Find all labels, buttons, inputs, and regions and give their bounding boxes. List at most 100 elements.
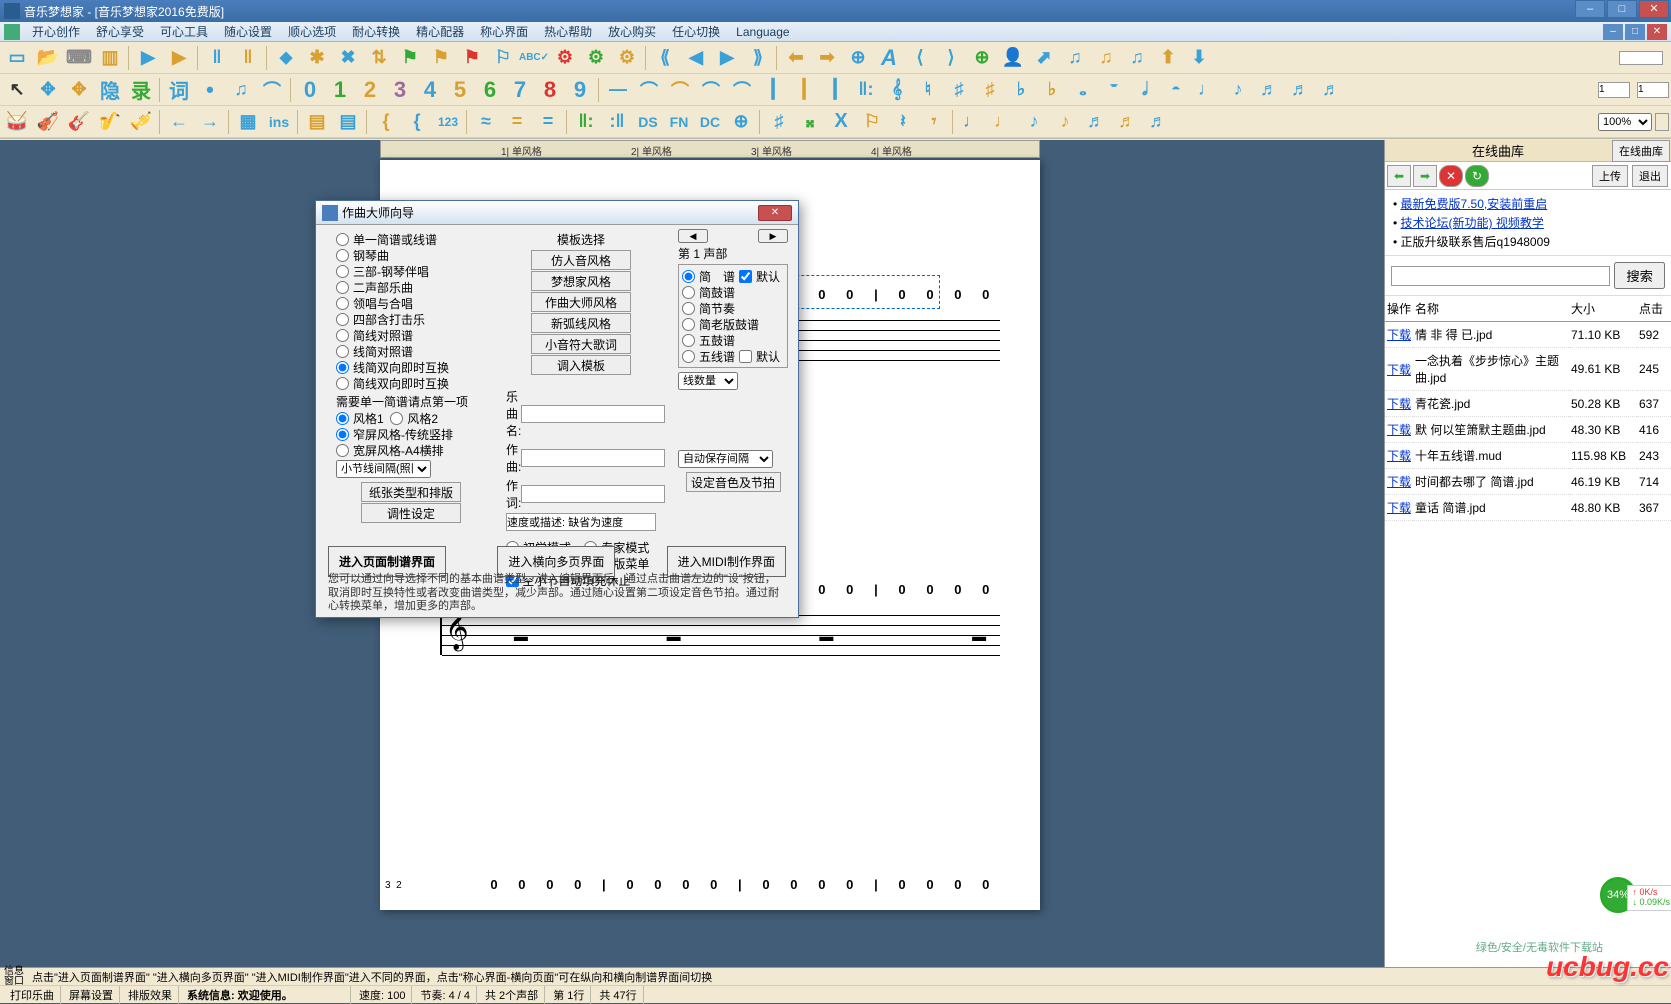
repeat-l-icon[interactable]: ‖: [571,108,601,136]
score-type-radio[interactable] [336,265,349,278]
quarter-note-icon[interactable]: ♩ [1192,76,1222,104]
prev-icon[interactable]: ⟪ [650,44,680,72]
tone-setting-button[interactable]: 调性设定 [361,503,461,523]
download-link[interactable]: 下载 [1387,475,1411,489]
notation-type-radio[interactable] [682,270,695,283]
dc-icon[interactable]: DC [695,108,725,136]
template-button[interactable]: 新弧线风格 [531,313,631,333]
back3-icon[interactable]: ← [164,108,194,136]
default-checkbox[interactable] [739,270,752,283]
template-button[interactable]: 作曲大师风格 [531,292,631,312]
tool1-icon[interactable]: ✱ [302,44,332,72]
clef-icon[interactable]: 𝄞 [882,76,912,104]
fn-icon[interactable]: FN [664,108,694,136]
num-4-button[interactable]: 4 [415,76,445,104]
notation-type-radio[interactable] [682,302,695,315]
tie-icon[interactable]: ⌒ [257,76,287,104]
flag-green-icon[interactable]: ⚑ [395,44,425,72]
menu-item[interactable]: 舒心享受 [88,23,152,41]
grid3-icon[interactable]: ▤ [333,108,363,136]
paper-type-button[interactable]: 纸张类型和排版 [361,482,461,502]
back2-icon[interactable]: ⬅ [781,44,811,72]
stem7-icon[interactable]: ♬ [1143,108,1173,136]
sixteenth-note-icon[interactable]: ♬ [1254,76,1284,104]
lyric-icon[interactable]: 词 [164,76,194,104]
dash-icon[interactable]: — [603,76,633,104]
score-type-radio[interactable] [336,313,349,326]
autosave-select[interactable]: 自动保存间隔 [678,450,773,468]
flat2-icon[interactable]: ♭ [1037,76,1067,104]
add-icon[interactable]: ⊕ [967,44,997,72]
cursor-play-icon[interactable]: ▶ [164,44,194,72]
half-note-icon[interactable]: 𝅗𝅥 [1130,76,1160,104]
nav-fwd-icon[interactable]: ➡ [1413,165,1437,187]
download-link[interactable]: 下载 [1387,363,1411,377]
nav-reload-icon[interactable]: ↻ [1465,165,1489,187]
num-7-button[interactable]: 7 [505,76,535,104]
num-3-button[interactable]: 3 [385,76,415,104]
num-2-button[interactable]: 2 [355,76,385,104]
stem1-icon[interactable]: ♩ [957,108,987,136]
nav-back-icon[interactable]: ⬅ [1387,165,1411,187]
maximize-button[interactable]: □ [1607,0,1637,18]
stem3-icon[interactable]: ♪ [1019,108,1049,136]
score-type-radio[interactable] [336,329,349,342]
menu-min-button[interactable]: – [1603,24,1623,40]
grid-icon[interactable]: ▦ [233,108,263,136]
brace-icon[interactable]: { [371,108,401,136]
letter-a-icon[interactable]: A [874,44,904,72]
notation-type-radio[interactable] [682,350,695,363]
style2-radio[interactable] [390,412,403,425]
score-type-radio[interactable] [336,281,349,294]
left-seek-icon[interactable]: ⟨ [905,44,935,72]
right-seek-icon[interactable]: ⟩ [936,44,966,72]
pause2-icon[interactable]: ‖ [233,44,263,72]
trumpet-icon[interactable]: 🎺 [126,108,156,136]
abc-icon[interactable]: ABC✓ [519,44,549,72]
half-rest-icon[interactable]: 𝄼 [1161,76,1191,104]
menu-item[interactable]: 随心设置 [216,23,280,41]
template-button[interactable]: 调入模板 [531,355,631,375]
line-count-select[interactable]: 线数量 [678,372,738,390]
wiz-icon[interactable]: ⚙ [550,44,580,72]
notation-type-radio[interactable] [682,318,695,331]
voice-prev-button[interactable]: ◀ [678,229,708,243]
record-icon[interactable]: 录 [126,76,156,104]
num-8-button[interactable]: 8 [535,76,565,104]
search-button[interactable]: 搜索 [1614,262,1665,289]
score-type-radio[interactable] [336,297,349,310]
tool4-icon[interactable]: ⚐ [488,44,518,72]
32nd-note-icon[interactable]: ♬ [1285,76,1315,104]
score-type-radio[interactable] [336,361,349,374]
num-1-button[interactable]: 1 [325,76,355,104]
move2-icon[interactable]: ✥ [64,76,94,104]
eighth-note-icon[interactable]: ♪ [1223,76,1253,104]
menu-close-button[interactable]: ✕ [1647,24,1667,40]
menu-restore-button[interactable]: □ [1625,24,1645,40]
repeat-r-icon[interactable]: :‖ [602,108,632,136]
stem5-icon[interactable]: ♬ [1081,108,1111,136]
drum-icon[interactable]: 🥁 [2,108,32,136]
stem4-icon[interactable]: ♪ [1050,108,1080,136]
pointer-icon[interactable]: ↖ [2,76,32,104]
download-link[interactable]: 下载 [1387,501,1411,515]
zoom-select[interactable]: 100% [1598,113,1652,131]
fwd2-icon[interactable]: ➡ [812,44,842,72]
next-icon[interactable]: ⟫ [743,44,773,72]
flag-red-icon[interactable]: ⚑ [457,44,487,72]
ds-icon[interactable]: DS [633,108,663,136]
tab-print[interactable]: 打印乐曲 [4,986,61,1004]
menu-item[interactable]: 热心帮助 [536,23,600,41]
dblsharp-icon[interactable]: 𝄪 [795,108,825,136]
tool3-icon[interactable]: ⇅ [364,44,394,72]
menu-item[interactable]: 称心界面 [472,23,536,41]
marker-icon[interactable]: ⬥ [271,44,301,72]
fwd3-icon[interactable]: → [195,108,225,136]
bar1-icon[interactable]: ┃ [758,76,788,104]
upload-icon[interactable]: ⬆ [1153,44,1183,72]
grid2-icon[interactable]: ▤ [302,108,332,136]
piano-icon[interactable]: ▥ [95,44,125,72]
zoom-extra[interactable] [1655,113,1669,131]
template-button[interactable]: 小音符大歌词 [531,334,631,354]
bar3-icon[interactable]: ┃ [820,76,850,104]
